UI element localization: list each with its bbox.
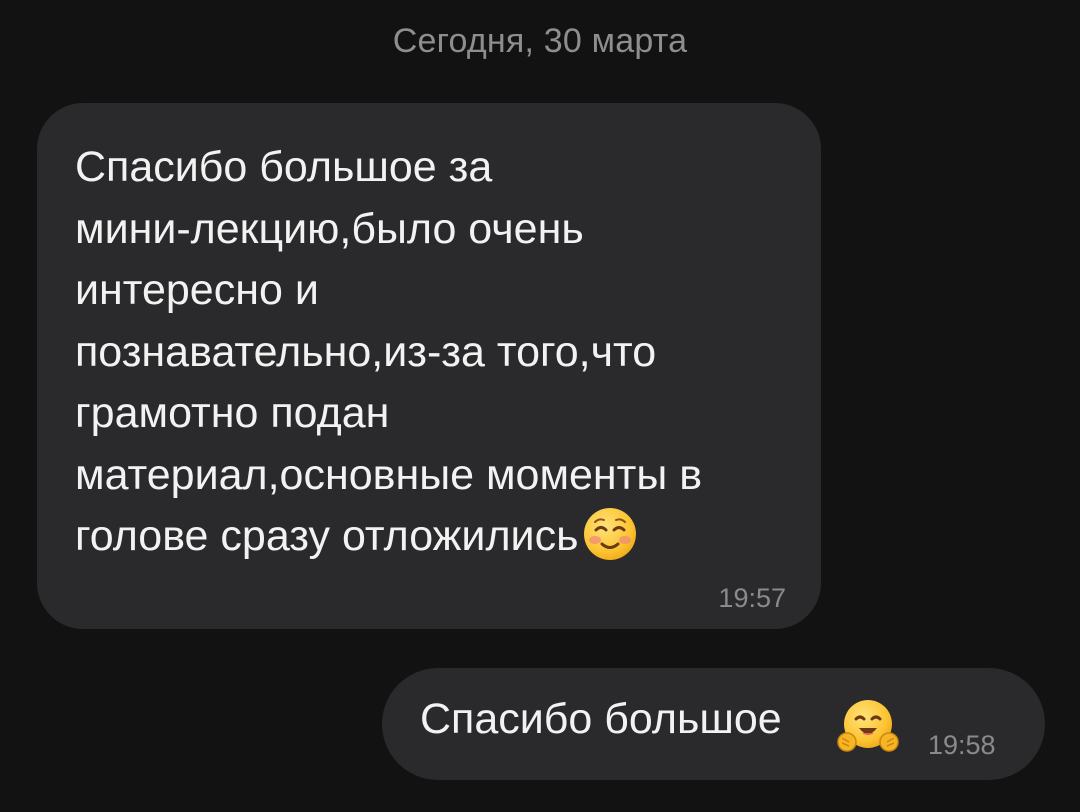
incoming-message-text: Спасибо большое за мини-лекцию,было очен… bbox=[75, 137, 791, 580]
outgoing-message-bubble[interactable]: Спасибо большое 19:58 bbox=[382, 668, 1045, 780]
hugging-face-emoji-icon bbox=[837, 698, 899, 761]
outgoing-message-text: Спасибо большое bbox=[420, 695, 782, 743]
date-header: Сегодня, 30 марта bbox=[392, 22, 688, 60]
incoming-message-bubble[interactable]: Спасибо большое за мини-лекцию,было очен… bbox=[37, 103, 821, 629]
incoming-message-time: 19:57 bbox=[718, 583, 786, 613]
outgoing-message-time: 19:58 bbox=[928, 730, 996, 760]
smiling-face-emoji-icon bbox=[582, 506, 638, 580]
